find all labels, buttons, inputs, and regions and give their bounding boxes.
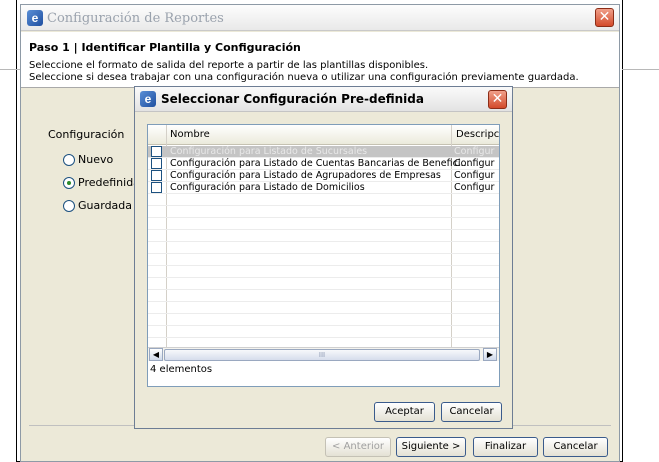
item-count: 4 elementos: [150, 364, 213, 375]
scroll-left-arrow-icon[interactable]: ◀: [149, 348, 163, 361]
app-logo-icon: e: [140, 91, 156, 107]
empty-row: [148, 314, 499, 326]
radio-guardada[interactable]: Guardada: [63, 199, 132, 212]
cancel-button[interactable]: Cancelar: [543, 437, 608, 457]
row-name: Configuración para Listado de Sucursales: [170, 146, 368, 157]
wizard-title-bar[interactable]: e Configuración de Reportes ✕: [21, 5, 619, 31]
config-table: Nombre Descripc Configuración para Lista…: [147, 124, 500, 387]
row-description: Configur: [454, 182, 495, 193]
row-description: Configur: [454, 170, 495, 181]
dialog-cancel-button[interactable]: Cancelar: [441, 402, 502, 422]
empty-row: [148, 230, 499, 242]
row-name: Configuración para Listado de Cuentas Ba…: [170, 158, 470, 169]
accept-button[interactable]: Aceptar: [374, 402, 435, 422]
wizard-header: Paso 1 | Identificar Plantilla y Configu…: [21, 32, 619, 88]
radio-label: Guardada: [78, 199, 133, 212]
radio-button[interactable]: [63, 176, 75, 189]
empty-row: [148, 194, 499, 206]
finish-button[interactable]: Finalizar: [473, 437, 538, 457]
row-description: Configur: [454, 158, 495, 169]
next-button[interactable]: Siguiente >: [396, 437, 466, 457]
empty-row: [148, 290, 499, 302]
step-title: Paso 1 | Identificar Plantilla y Configu…: [29, 41, 301, 54]
dialog-title-bar[interactable]: e Seleccionar Configuración Pre-definida…: [135, 87, 512, 112]
table-row[interactable]: Configuración para Listado de Cuentas Ba…: [148, 158, 499, 170]
row-checkbox[interactable]: [151, 146, 162, 157]
column-header-name[interactable]: Nombre: [170, 129, 210, 140]
column-header-description[interactable]: Descripc: [456, 129, 499, 140]
wizard-title: Configuración de Reportes: [47, 11, 224, 26]
row-name: Configuración para Listado de Agrupadore…: [170, 170, 441, 181]
step-description-2: Seleccione si desea trabajar con una con…: [29, 72, 579, 83]
empty-row: [148, 266, 499, 278]
app-logo-icon: e: [27, 10, 43, 26]
scroll-right-arrow-icon[interactable]: ▶: [483, 348, 497, 361]
empty-row: [148, 254, 499, 266]
radio-button[interactable]: [63, 199, 75, 212]
empty-row: [148, 242, 499, 254]
back-button[interactable]: < Anterior: [325, 437, 391, 457]
predefined-config-dialog: e Seleccionar Configuración Pre-definida…: [134, 86, 513, 429]
empty-row: [148, 302, 499, 314]
scroll-thumb[interactable]: III: [164, 349, 480, 361]
empty-row: [148, 218, 499, 230]
table-header: Nombre Descripc: [148, 125, 499, 145]
horizontal-scrollbar[interactable]: ◀ III ▶: [148, 347, 499, 361]
radio-label: Nuevo: [78, 153, 114, 166]
empty-row: [148, 206, 499, 218]
background-divider: [622, 69, 659, 70]
table-row[interactable]: Configuración para Listado de Sucursales…: [148, 146, 499, 158]
row-name: Configuración para Listado de Domicilios: [170, 182, 365, 193]
table-row[interactable]: Configuración para Listado de Agrupadore…: [148, 170, 499, 182]
row-checkbox[interactable]: [151, 158, 162, 169]
step-description-1: Seleccione el formato de salida del repo…: [29, 60, 429, 71]
radio-button[interactable]: [63, 153, 75, 166]
close-icon[interactable]: ✕: [595, 8, 614, 27]
radio-nuevo[interactable]: Nuevo: [63, 153, 113, 166]
dialog-title: Seleccionar Configuración Pre-definida: [161, 92, 424, 106]
radio-predefinida[interactable]: Predefinida: [63, 176, 140, 189]
close-icon[interactable]: ✕: [488, 90, 507, 109]
table-row[interactable]: Configuración para Listado de Domicilios…: [148, 182, 499, 194]
row-checkbox[interactable]: [151, 182, 162, 193]
configuration-label: Configuración: [48, 128, 125, 141]
empty-row: [148, 326, 499, 338]
background-divider: [0, 69, 20, 70]
empty-row: [148, 278, 499, 290]
row-description: Configur: [454, 146, 495, 157]
radio-label: Predefinida: [78, 176, 140, 189]
row-checkbox[interactable]: [151, 170, 162, 181]
